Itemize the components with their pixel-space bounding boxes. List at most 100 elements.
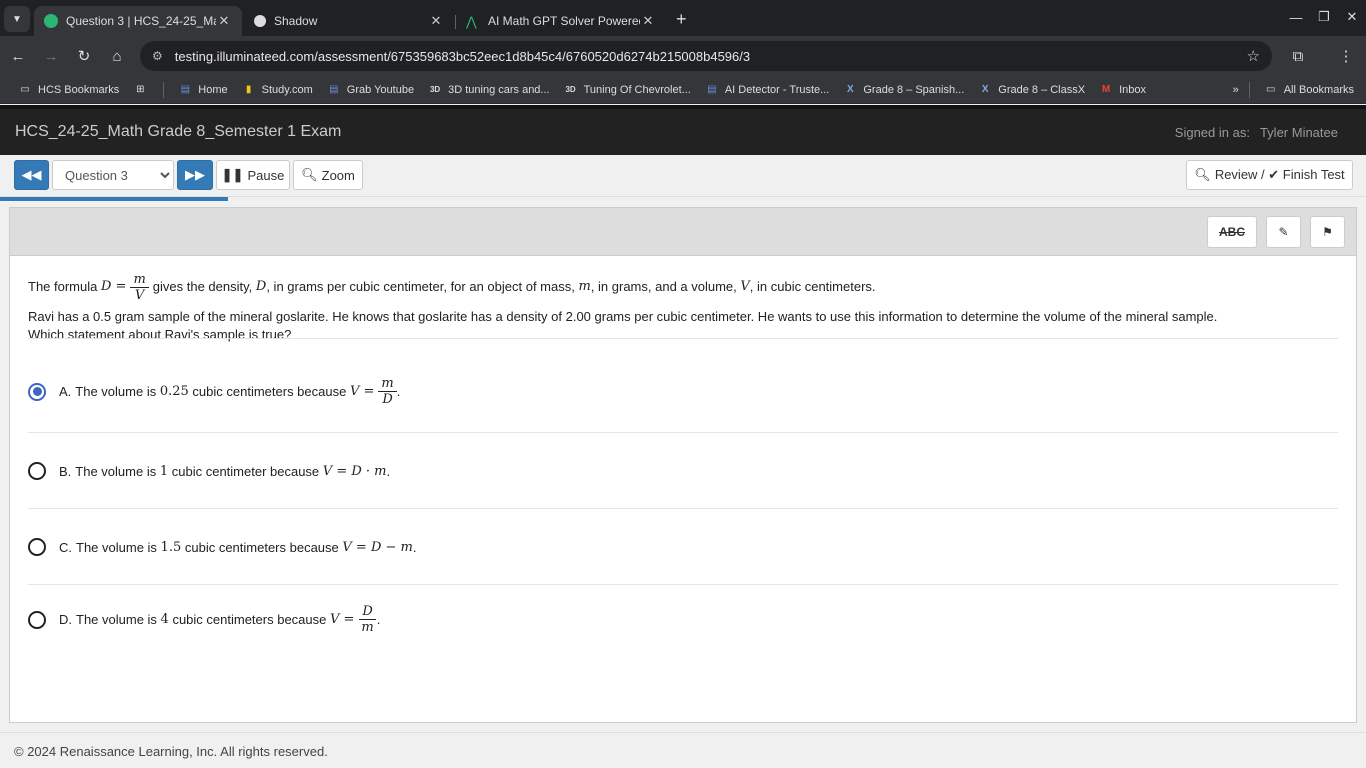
ai-math-favicon-icon: ⋀	[466, 14, 477, 29]
bookmark-inbox[interactable]: M Inbox	[1099, 84, 1146, 96]
divider	[28, 508, 1338, 509]
browser-tab-shadow[interactable]: Shadow ✕	[244, 6, 456, 36]
question-panel: ABC ✎ ⚑ The formula D = mV gives the den…	[9, 207, 1357, 723]
stem-line-1: The formula D = mV gives the density, D …	[28, 271, 876, 303]
bookmark-grade8-spanish[interactable]: X Grade 8 – Spanish...	[843, 84, 964, 96]
stem-line-3: Which statement about Ravi's sample is t…	[28, 327, 292, 342]
close-tab-icon[interactable]: ✕	[428, 13, 444, 29]
browser-tab-bar: ▼ Question 3 | HCS_24-25_Math Grade 8_Se…	[0, 0, 1366, 36]
abc-strikethrough-icon: ABC	[1219, 225, 1245, 239]
copyright-footer: © 2024 Renaissance Learning, Inc. All ri…	[0, 732, 1366, 768]
site-icon: ▤	[707, 84, 717, 95]
formula-fraction: mV	[130, 272, 149, 303]
test-toolbar: ◀◀ Question 3 ▶▶ ❚❚ Pause 🔍︎ Zoom 🔍︎ Review…	[0, 155, 1366, 197]
tab-title: Question 3 | HCS_24-25_Math Grade 8_Seme…	[66, 14, 216, 28]
panel-tools: ABC ✎ ⚑	[10, 208, 1356, 256]
flag-icon: ⚑	[1322, 225, 1333, 239]
question-select[interactable]: Question 3	[52, 160, 174, 190]
forward-arrow-icon[interactable]: →	[36, 41, 66, 71]
3dtuning-icon: 3D	[429, 85, 441, 94]
bookmark-star-icon[interactable]: ☆	[1247, 47, 1260, 65]
answer-choice-b[interactable]: B. The volume is 1 cubic centimeter beca…	[28, 462, 390, 480]
flag-button[interactable]: ⚑	[1310, 216, 1345, 248]
fast-forward-icon: ▶▶	[185, 167, 205, 182]
pause-icon: ❚❚	[221, 167, 244, 182]
window-controls: — ❐ ✕	[1282, 0, 1366, 34]
address-toolbar: ← → ↻ ⌂ ⚙ testing.illuminateed.com/asses…	[0, 36, 1366, 76]
site-icon: ▤	[329, 84, 339, 95]
all-bookmarks[interactable]: ▭ All Bookmarks	[1264, 84, 1354, 96]
folder-icon: ▭	[1265, 84, 1276, 95]
user-name: Tyler Minatee	[1259, 124, 1338, 140]
restore-icon[interactable]: ❐	[1310, 0, 1338, 34]
bookmark-hcs[interactable]: ▭ HCS Bookmarks	[18, 84, 119, 96]
radio-a[interactable]	[28, 382, 46, 401]
answer-choice-a[interactable]: A. The volume is 0.25 cubic centimeters …	[28, 376, 400, 407]
zoom-button[interactable]: 🔍︎ Zoom	[293, 160, 363, 190]
signed-in-info: Signed in as: Tyler Minatee	[1175, 125, 1338, 140]
illuminate-favicon-icon	[44, 14, 58, 28]
app-header: HCS_24-25_Math Grade 8_Semester 1 Exam S…	[0, 105, 1366, 155]
tab-search-chevron-icon[interactable]: ▼	[4, 6, 30, 32]
divider	[28, 584, 1338, 585]
bookmark-ai-detector[interactable]: ▤ AI Detector - Truste...	[705, 84, 829, 96]
next-question-button[interactable]: ▶▶	[177, 160, 213, 190]
question-stem: The formula D = mV gives the density, D …	[10, 256, 1356, 344]
formula-lhs: D =	[101, 279, 127, 294]
answer-choice-c[interactable]: C. The volume is 1.5 cubic centimeters b…	[28, 538, 416, 556]
stem-line-2: Ravi has a 0.5 gram sample of the minera…	[28, 309, 1218, 324]
search-icon: 🔍︎	[301, 167, 318, 182]
bookmark-apps[interactable]: ⊞	[133, 84, 153, 96]
rewind-icon: ◀◀	[21, 167, 42, 182]
apps-grid-icon: ⊞	[136, 84, 145, 95]
minimize-icon[interactable]: —	[1282, 0, 1310, 34]
new-tab-plus-icon[interactable]: +	[676, 9, 687, 30]
exam-title: HCS_24-25_Math Grade 8_Semester 1 Exam	[15, 123, 342, 140]
choice-a-fraction: mD	[378, 376, 397, 407]
more-bookmarks-chevron-icon[interactable]: »	[1233, 84, 1239, 96]
bookmark-divider	[1248, 81, 1250, 98]
study-icon: ▮	[245, 84, 252, 95]
signed-in-label: Signed in as:	[1174, 124, 1250, 140]
bookmark-grab-youtube[interactable]: ▤ Grab Youtube	[327, 84, 414, 96]
browser-tab-active[interactable]: Question 3 | HCS_24-25_Math Grade 8_Seme…	[34, 6, 242, 36]
question-dropdown[interactable]: Question 3	[53, 161, 173, 189]
3dtuning-icon: 3D	[565, 85, 576, 94]
divider	[28, 432, 1338, 433]
bookmark-study[interactable]: ▮ Study.com	[242, 84, 313, 96]
back-arrow-icon[interactable]: ←	[3, 41, 33, 71]
pause-button[interactable]: ❚❚ Pause	[216, 160, 290, 190]
bookmark-grade8-classx[interactable]: X Grade 8 – ClassX	[978, 84, 1085, 96]
extensions-puzzle-icon[interactable]: ⧉	[1284, 42, 1312, 70]
close-window-icon[interactable]: ✕	[1338, 0, 1366, 34]
answer-choice-d[interactable]: D. The volume is 4 cubic centimeters bec…	[28, 604, 380, 635]
previous-question-button[interactable]: ◀◀	[14, 160, 49, 190]
site-info-icon[interactable]: ⚙	[152, 49, 163, 63]
tab-title: AI Math GPT Solver Powered by GPT-4o	[488, 14, 640, 28]
bookmark-3d-tuning[interactable]: 3D 3D tuning cars and...	[428, 84, 550, 96]
bookmarks-bar: ▭ HCS Bookmarks ⊞ ▤ Home ▮ Study.com ▤ Grab …	[0, 76, 1366, 104]
radio-c[interactable]	[28, 538, 46, 556]
radio-b[interactable]	[28, 462, 46, 480]
bookmark-home[interactable]: ▤ Home	[178, 84, 228, 96]
notes-button[interactable]: ✎	[1266, 216, 1301, 248]
progress-bar-fill	[0, 197, 228, 201]
search-icon: 🔍︎	[1194, 167, 1211, 182]
radio-d[interactable]	[28, 610, 46, 629]
browser-tab-ai-math[interactable]: ⋀ AI Math GPT Solver Powered by GPT-4o ✕	[456, 6, 666, 36]
close-tab-icon[interactable]: ✕	[216, 13, 232, 29]
bookmark-divider	[163, 81, 165, 98]
divider	[28, 338, 1338, 339]
answer-eliminator-button[interactable]: ABC	[1207, 216, 1257, 248]
classx-icon: X	[847, 84, 854, 95]
home-icon[interactable]: ⌂	[102, 41, 132, 71]
review-finish-button[interactable]: 🔍︎ Review / ✔ Finish Test	[1186, 160, 1353, 190]
tab-title: Shadow	[274, 14, 318, 28]
choice-d-fraction: Dm	[358, 604, 376, 635]
close-tab-icon[interactable]: ✕	[640, 13, 656, 29]
url-bar[interactable]: ⚙ testing.illuminateed.com/assessment/67…	[140, 41, 1272, 71]
bookmark-tuning-chevrolet[interactable]: 3D Tuning Of Chevrolet...	[564, 84, 690, 96]
reload-icon[interactable]: ↻	[69, 41, 99, 71]
browser-menu-kebab-icon[interactable]: ⋮	[1332, 42, 1360, 70]
url-text: testing.illuminateed.com/assessment/6753…	[174, 48, 751, 64]
